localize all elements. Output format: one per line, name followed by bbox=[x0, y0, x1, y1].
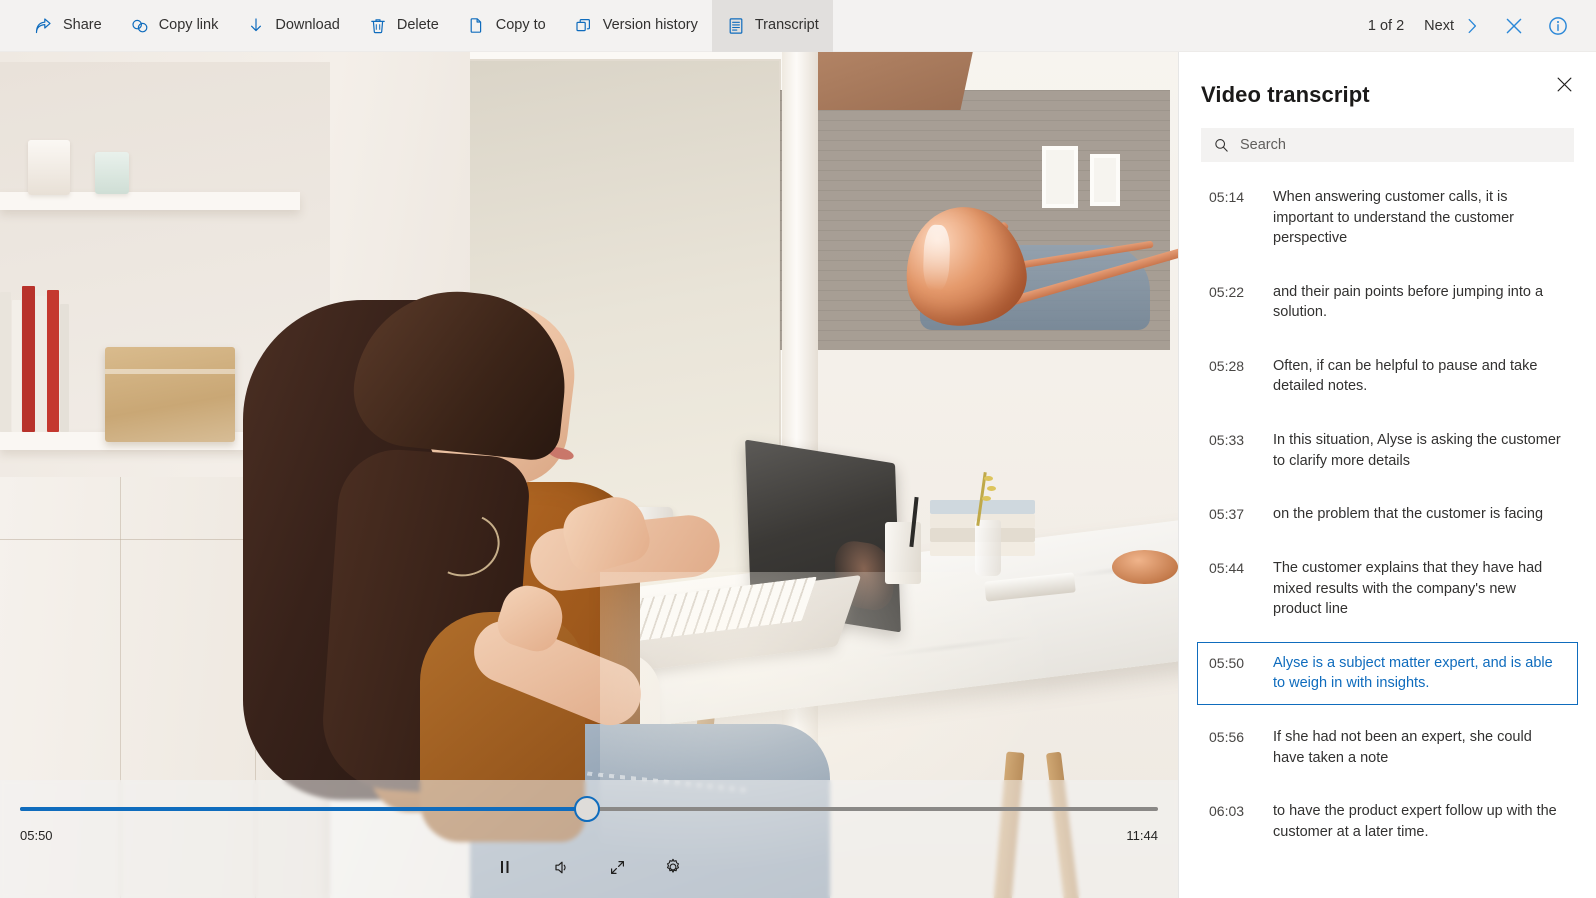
transcript-line-timestamp: 05:33 bbox=[1209, 430, 1257, 471]
search-input[interactable] bbox=[1240, 137, 1562, 153]
download-icon bbox=[246, 16, 266, 36]
download-button-label: Download bbox=[275, 18, 340, 33]
settings-button[interactable] bbox=[656, 850, 690, 884]
gear-icon bbox=[663, 857, 683, 877]
close-transcript-panel-button[interactable] bbox=[1548, 68, 1580, 100]
transcript-line-timestamp: 05:50 bbox=[1209, 653, 1257, 694]
transcript-line[interactable]: 05:22 and their pain points before jumpin… bbox=[1197, 271, 1578, 334]
transcript-button[interactable]: Transcript bbox=[712, 0, 833, 52]
transcript-line[interactable]: 05:33 In this situation, Alyse is asking … bbox=[1197, 419, 1578, 482]
video-stage[interactable]: 05:50 11:44 bbox=[0, 52, 1178, 898]
next-button-label: Next bbox=[1424, 18, 1454, 34]
transcript-search-row bbox=[1179, 108, 1596, 162]
pause-icon bbox=[496, 858, 514, 876]
transcript-line-text: to have the product expert follow up wit… bbox=[1273, 801, 1567, 842]
transcript-line-timestamp: 05:28 bbox=[1209, 356, 1257, 397]
transcript-panel-header: Video transcript bbox=[1179, 52, 1596, 108]
transcript-line-text: on the problem that the customer is faci… bbox=[1273, 504, 1567, 525]
playback-controls bbox=[0, 850, 1178, 884]
seek-progress bbox=[20, 807, 587, 811]
link-icon bbox=[130, 16, 150, 36]
transcript-button-label: Transcript bbox=[755, 18, 819, 33]
video-transcript-panel: Video transcript 05:14 When answering cus… bbox=[1178, 52, 1596, 898]
copy-to-button-label: Copy to bbox=[496, 18, 546, 33]
transcript-icon bbox=[726, 16, 746, 36]
transcript-line[interactable]: 05:56 If she had not been an expert, she … bbox=[1197, 716, 1578, 779]
transcript-line[interactable]: 05:14 When answering customer calls, it i… bbox=[1197, 176, 1578, 260]
info-icon bbox=[1547, 15, 1569, 37]
transcript-line-text: and their pain points before jumping int… bbox=[1273, 282, 1567, 323]
share-button[interactable]: Share bbox=[20, 0, 116, 52]
close-icon bbox=[1556, 76, 1573, 93]
video-viewer-page: Share Copy link Download bbox=[0, 0, 1596, 898]
copy-to-button[interactable]: Copy to bbox=[453, 0, 560, 52]
transcript-line-text: The customer explains that they have had… bbox=[1273, 558, 1567, 620]
download-button[interactable]: Download bbox=[232, 0, 354, 52]
transcript-line-timestamp: 05:22 bbox=[1209, 282, 1257, 323]
fullscreen-button[interactable] bbox=[600, 850, 634, 884]
transcript-line-text: Often, if can be helpful to pause and ta… bbox=[1273, 356, 1567, 397]
transcript-line-text: When answering customer calls, it is imp… bbox=[1273, 187, 1567, 249]
copy-link-button[interactable]: Copy link bbox=[116, 0, 233, 52]
fullscreen-icon bbox=[608, 858, 627, 877]
search-icon bbox=[1213, 137, 1230, 154]
share-icon bbox=[34, 16, 54, 36]
total-time: 11:44 bbox=[1126, 828, 1158, 843]
transcript-line-timestamp: 06:03 bbox=[1209, 801, 1257, 842]
transcript-line-text: If she had not been an expert, she could… bbox=[1273, 727, 1567, 768]
next-button[interactable]: Next bbox=[1418, 0, 1492, 52]
volume-button[interactable] bbox=[544, 850, 578, 884]
trash-icon bbox=[368, 16, 388, 36]
command-bar: Share Copy link Download bbox=[0, 0, 1596, 52]
seek-bar[interactable] bbox=[20, 798, 1158, 820]
current-time: 05:50 bbox=[20, 828, 53, 843]
transcript-search-box[interactable] bbox=[1201, 128, 1574, 162]
volume-icon bbox=[552, 858, 571, 877]
transcript-line-timestamp: 05:56 bbox=[1209, 727, 1257, 768]
transcript-line-list[interactable]: 05:14 When answering customer calls, it i… bbox=[1179, 162, 1596, 898]
seek-thumb[interactable] bbox=[574, 796, 600, 822]
page-counter: 1 of 2 bbox=[1354, 18, 1418, 34]
version-history-button[interactable]: Version history bbox=[560, 0, 712, 52]
transcript-line-timestamp: 05:44 bbox=[1209, 558, 1257, 620]
command-bar-left-group: Share Copy link Download bbox=[0, 0, 833, 52]
transcript-line-timestamp: 05:37 bbox=[1209, 504, 1257, 525]
video-controls-bar: 05:50 11:44 bbox=[0, 780, 1178, 898]
delete-button[interactable]: Delete bbox=[354, 0, 453, 52]
panel-title: Video transcript bbox=[1201, 82, 1572, 108]
chevron-right-icon bbox=[1462, 16, 1482, 36]
version-history-icon bbox=[574, 16, 594, 36]
pause-button[interactable] bbox=[488, 850, 522, 884]
transcript-line[interactable]: 05:37 on the problem that the customer is… bbox=[1197, 493, 1578, 536]
delete-button-label: Delete bbox=[397, 18, 439, 33]
close-viewer-button[interactable] bbox=[1492, 0, 1536, 52]
copy-link-button-label: Copy link bbox=[159, 18, 219, 33]
transcript-line[interactable]: 06:03 to have the product expert follow u… bbox=[1197, 790, 1578, 853]
transcript-line-text: Alyse is a subject matter expert, and is… bbox=[1273, 653, 1567, 694]
video-frame-image bbox=[0, 52, 1178, 898]
command-bar-right-group: 1 of 2 Next bbox=[1354, 0, 1596, 52]
transcript-line-text: In this situation, Alyse is asking the c… bbox=[1273, 430, 1567, 471]
transcript-line[interactable]: 05:28 Often, if can be helpful to pause a… bbox=[1197, 345, 1578, 408]
transcript-line-timestamp: 05:14 bbox=[1209, 187, 1257, 249]
copy-icon bbox=[467, 16, 487, 36]
transcript-line-active[interactable]: 05:50 Alyse is a subject matter expert, a… bbox=[1197, 642, 1578, 705]
share-button-label: Share bbox=[63, 18, 102, 33]
version-history-button-label: Version history bbox=[603, 18, 698, 33]
transcript-line[interactable]: 05:44 The customer explains that they hav… bbox=[1197, 547, 1578, 631]
close-icon bbox=[1503, 15, 1525, 37]
details-info-button[interactable] bbox=[1536, 0, 1580, 52]
